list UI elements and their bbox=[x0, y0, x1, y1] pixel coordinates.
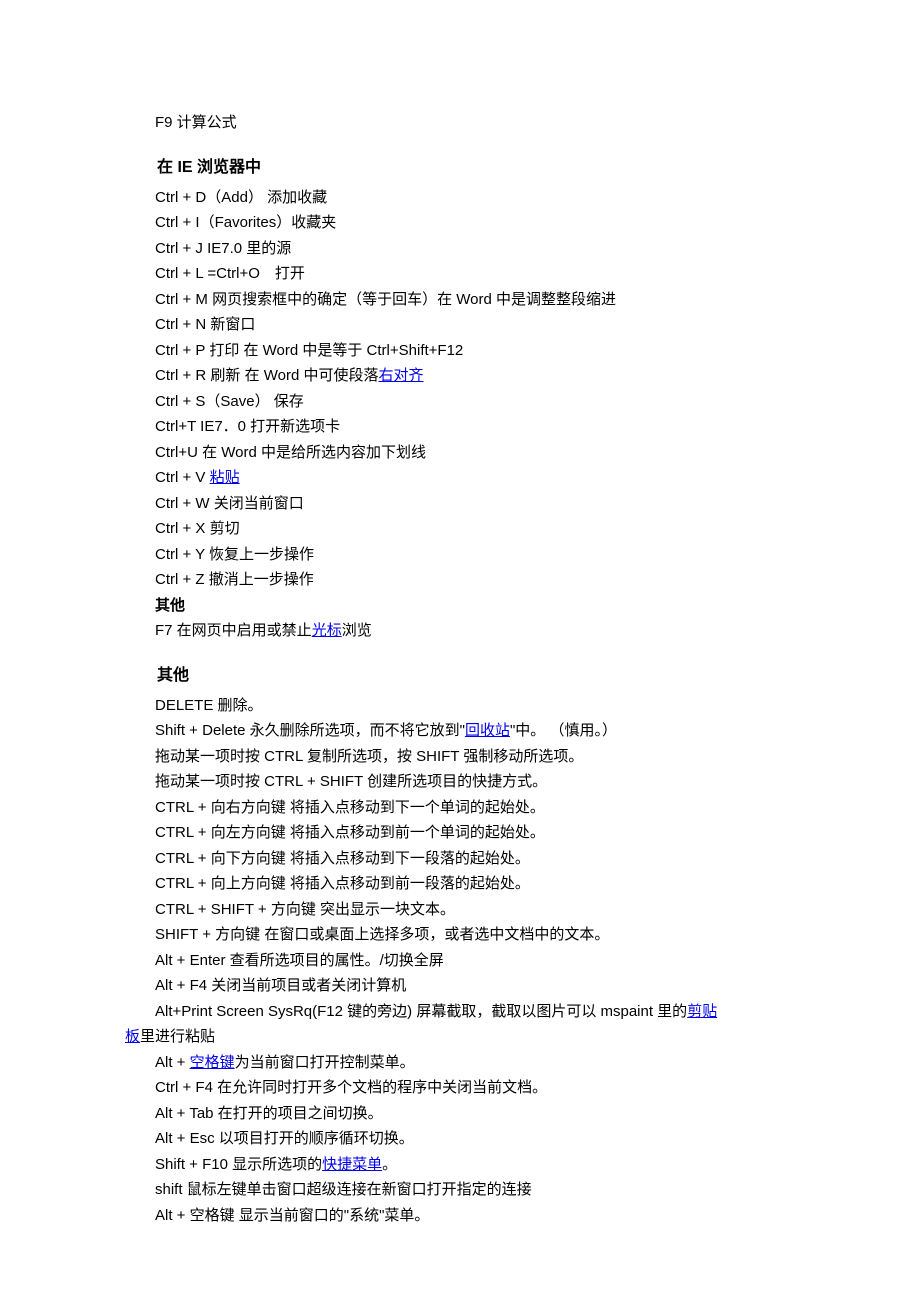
ie-line3-3: Ctrl + Z 撤消上一步操作 bbox=[125, 567, 800, 593]
other-line3-0: shift 鼠标左键单击窗口超级连接在新窗口打开指定的连接 bbox=[125, 1177, 800, 1203]
subheading-other: 其他 bbox=[125, 593, 800, 619]
other-line1-3: CTRL + 向左方向键 将插入点移动到前一个单词的起始处。 bbox=[125, 820, 800, 846]
other-line2-1: Alt + Tab 在打开的项目之间切换。 bbox=[125, 1101, 800, 1127]
line-alt-space: Alt + 空格键为当前窗口打开控制菜单。 bbox=[125, 1050, 800, 1076]
line-ctrl-r: Ctrl + R 刷新 在 Word 中可使段落右对齐 bbox=[125, 363, 800, 389]
text: 里进行粘贴 bbox=[140, 1028, 215, 1045]
other-line1-4: CTRL + 向下方向键 将插入点移动到下一段落的起始处。 bbox=[125, 846, 800, 872]
other-line1-0: 拖动某一项时按 CTRL 复制所选项，按 SHIFT 强制移动所选项。 bbox=[125, 744, 800, 770]
ie-line-3: Ctrl + L =Ctrl+O 打开 bbox=[125, 261, 800, 287]
line-alt-printscreen: Alt+Print Screen SysRq(F12 键的旁边) 屏幕截取，截取… bbox=[125, 999, 800, 1050]
text: 为当前窗口打开控制菜单。 bbox=[235, 1054, 415, 1071]
other-line1-5: CTRL + 向上方向键 将插入点移动到前一段落的起始处。 bbox=[125, 871, 800, 897]
ie-line-2: Ctrl + J IE7.0 里的源 bbox=[125, 236, 800, 262]
text: 。 bbox=[382, 1156, 397, 1173]
link-clipboard-part1[interactable]: 剪贴 bbox=[687, 1003, 717, 1020]
text: "中。 （慎用。） bbox=[510, 722, 617, 739]
ie-line3-0: Ctrl + W 关闭当前窗口 bbox=[125, 491, 800, 517]
other-line1-6: CTRL + SHIFT + 方向键 突出显示一块文本。 bbox=[125, 897, 800, 923]
other-line2-0: Ctrl + F4 在允许同时打开多个文档的程序中关闭当前文档。 bbox=[125, 1075, 800, 1101]
link-paste[interactable]: 粘贴 bbox=[210, 469, 240, 486]
link-shortcut-menu[interactable]: 快捷菜单 bbox=[322, 1156, 382, 1173]
link-cursor[interactable]: 光标 bbox=[312, 622, 342, 639]
line-shift-delete: Shift + Delete 永久删除所选项，而不将它放到"回收站"中。 （慎用… bbox=[125, 718, 800, 744]
other-line3-1: Alt + 空格键 显示当前窗口的"系统"菜单。 bbox=[125, 1203, 800, 1229]
ie-line2-2: Ctrl+U 在 Word 中是给所选内容加下划线 bbox=[125, 440, 800, 466]
text: Shift + Delete 永久删除所选项，而不将它放到" bbox=[155, 722, 465, 739]
ie-line3-1: Ctrl + X 剪切 bbox=[125, 516, 800, 542]
text: 浏览 bbox=[342, 622, 372, 639]
text: Ctrl + V bbox=[155, 469, 210, 486]
ie-line-4: Ctrl + M 网页搜索框中的确定（等于回车）在 Word 中是调整整段缩进 bbox=[125, 287, 800, 313]
other-line1-1: 拖动某一项时按 CTRL + SHIFT 创建所选项目的快捷方式。 bbox=[125, 769, 800, 795]
line-delete: DELETE 删除。 bbox=[125, 693, 800, 719]
ie-line-0: Ctrl + D（Add） 添加收藏 bbox=[125, 185, 800, 211]
ie-line-6: Ctrl + P 打印 在 Word 中是等于 Ctrl+Shift+F12 bbox=[125, 338, 800, 364]
text: F7 在网页中启用或禁止 bbox=[155, 622, 312, 639]
ie-line2-0: Ctrl + S（Save） 保存 bbox=[125, 389, 800, 415]
line-f9: F9 计算公式 bbox=[125, 110, 800, 136]
line-f7: F7 在网页中启用或禁止光标浏览 bbox=[125, 618, 800, 644]
text: Ctrl + R 刷新 在 Word 中可使段落 bbox=[155, 367, 379, 384]
ie-line-1: Ctrl + I（Favorites）收藏夹 bbox=[125, 210, 800, 236]
link-right-align[interactable]: 右对齐 bbox=[379, 367, 424, 384]
other-line1-7: SHIFT + 方向键 在窗口或桌面上选择多项，或者选中文档中的文本。 bbox=[125, 922, 800, 948]
ie-line-5: Ctrl + N 新窗口 bbox=[125, 312, 800, 338]
heading-other: 其他 bbox=[125, 662, 800, 689]
ie-line2-1: Ctrl+T IE7．0 打开新选项卡 bbox=[125, 414, 800, 440]
link-space-key[interactable]: 空格键 bbox=[190, 1054, 235, 1071]
other-line1-2: CTRL + 向右方向键 将插入点移动到下一个单词的起始处。 bbox=[125, 795, 800, 821]
text: Shift + F10 显示所选项的 bbox=[155, 1156, 322, 1173]
link-recycle-bin[interactable]: 回收站 bbox=[465, 722, 510, 739]
line-ctrl-v: Ctrl + V 粘贴 bbox=[125, 465, 800, 491]
link-clipboard-part2[interactable]: 板 bbox=[125, 1028, 140, 1045]
text: Alt + bbox=[155, 1054, 190, 1071]
other-line1-8: Alt + Enter 查看所选项目的属性。/切换全屏 bbox=[125, 948, 800, 974]
line-shift-f10: Shift + F10 显示所选项的快捷菜单。 bbox=[125, 1152, 800, 1178]
other-line1-9: Alt + F4 关闭当前项目或者关闭计算机 bbox=[125, 973, 800, 999]
text: Alt+Print Screen SysRq(F12 键的旁边) 屏幕截取，截取… bbox=[125, 999, 687, 1025]
other-line2-2: Alt + Esc 以项目打开的顺序循环切换。 bbox=[125, 1126, 800, 1152]
heading-ie-browser: 在 IE 浏览器中 bbox=[125, 154, 800, 181]
ie-line3-2: Ctrl + Y 恢复上一步操作 bbox=[125, 542, 800, 568]
